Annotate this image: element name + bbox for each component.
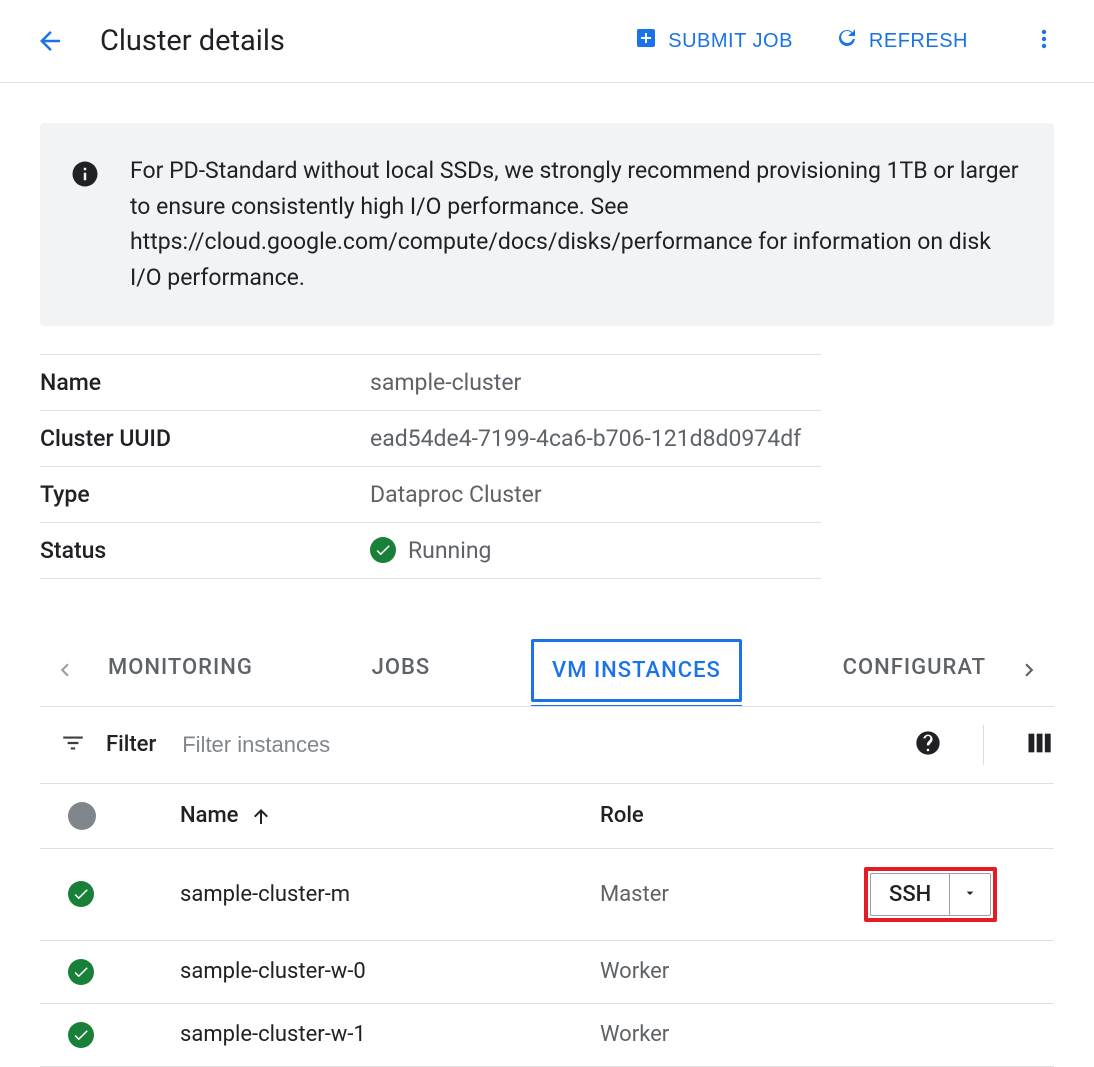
info-icon bbox=[70, 159, 100, 200]
status-check-icon bbox=[68, 1022, 94, 1048]
instance-name[interactable]: sample-cluster-w-0 bbox=[180, 959, 600, 984]
role-column-header[interactable]: Role bbox=[600, 803, 864, 828]
tabs-container: MONITORING JOBS VM INSTANCES CONFIGURAT bbox=[40, 639, 1054, 707]
detail-row-type: Type Dataproc Cluster bbox=[40, 466, 821, 522]
caret-down-icon bbox=[962, 882, 978, 907]
filter-label: Filter bbox=[106, 732, 156, 757]
detail-row-name: Name sample-cluster bbox=[40, 354, 821, 410]
info-banner: For PD-Standard without local SSDs, we s… bbox=[40, 123, 1054, 326]
more-vert-icon bbox=[1032, 27, 1056, 55]
submit-job-label: SUBMIT JOB bbox=[668, 30, 793, 53]
filter-bar: Filter bbox=[40, 707, 1054, 784]
status-value: Running bbox=[408, 537, 491, 564]
ssh-dropdown[interactable] bbox=[950, 874, 990, 915]
tab-configuration[interactable]: CONFIGURAT bbox=[825, 639, 1004, 706]
type-value: Dataproc Cluster bbox=[370, 466, 821, 522]
columns-button[interactable] bbox=[1024, 730, 1054, 760]
sort-asc-icon bbox=[250, 804, 274, 828]
filter-input[interactable] bbox=[182, 732, 897, 758]
page-title: Cluster details bbox=[100, 24, 285, 58]
help-button[interactable] bbox=[913, 730, 943, 760]
chevron-left-icon bbox=[52, 657, 78, 687]
back-arrow-icon[interactable] bbox=[30, 21, 70, 61]
tabs-scroll-left[interactable] bbox=[40, 644, 90, 700]
refresh-label: REFRESH bbox=[869, 30, 968, 53]
instance-role: Worker bbox=[600, 1022, 864, 1047]
chevron-right-icon bbox=[1016, 657, 1042, 687]
ssh-button-label[interactable]: SSH bbox=[871, 874, 950, 915]
status-check-icon bbox=[68, 959, 94, 985]
tab-jobs[interactable]: JOBS bbox=[354, 639, 449, 706]
vm-rows-container: sample-cluster-mMasterSSHsample-cluster-… bbox=[40, 849, 1054, 1067]
more-options-button[interactable] bbox=[1024, 21, 1064, 61]
submit-job-button[interactable]: SUBMIT JOB bbox=[618, 18, 809, 64]
refresh-button[interactable]: REFRESH bbox=[819, 18, 984, 64]
vm-table-header: Name Role bbox=[40, 784, 1054, 849]
page-header: Cluster details SUBMIT JOB REFRESH bbox=[0, 0, 1094, 83]
instance-name[interactable]: sample-cluster-m bbox=[180, 882, 600, 907]
status-check-icon bbox=[370, 537, 396, 563]
help-icon bbox=[914, 729, 942, 761]
plus-box-icon bbox=[634, 26, 658, 56]
refresh-icon bbox=[835, 26, 859, 56]
columns-icon bbox=[1025, 729, 1053, 761]
name-column-header[interactable]: Name bbox=[180, 803, 600, 828]
detail-row-status: Status Running bbox=[40, 522, 821, 578]
status-label: Status bbox=[40, 522, 370, 578]
cluster-details-table: Name sample-cluster Cluster UUID ead54de… bbox=[40, 354, 821, 579]
name-value: sample-cluster bbox=[370, 354, 821, 410]
table-row: sample-cluster-mMaster SSH bbox=[40, 849, 1054, 941]
status-check-icon bbox=[68, 881, 94, 907]
instance-role: Worker bbox=[600, 959, 864, 984]
table-row: sample-cluster-w-0Worker bbox=[40, 941, 1054, 1004]
table-row: sample-cluster-w-1Worker bbox=[40, 1004, 1054, 1067]
status-column-icon bbox=[68, 802, 96, 830]
name-label: Name bbox=[40, 354, 370, 410]
filter-icon bbox=[60, 730, 86, 760]
detail-row-uuid: Cluster UUID ead54de4-7199-4ca6-b706-121… bbox=[40, 410, 821, 466]
uuid-label: Cluster UUID bbox=[40, 410, 370, 466]
ssh-button[interactable]: SSH bbox=[870, 873, 991, 916]
instance-role: Master bbox=[600, 882, 864, 907]
name-header-label: Name bbox=[180, 803, 238, 828]
type-label: Type bbox=[40, 466, 370, 522]
uuid-value: ead54de4-7199-4ca6-b706-121d8d0974df bbox=[370, 410, 821, 466]
tab-monitoring[interactable]: MONITORING bbox=[90, 639, 271, 706]
info-banner-text: For PD-Standard without local SSDs, we s… bbox=[130, 157, 1019, 291]
tabs-scroll-right[interactable] bbox=[1004, 644, 1054, 700]
tab-vm-instances[interactable]: VM INSTANCES bbox=[531, 639, 742, 702]
instance-name[interactable]: sample-cluster-w-1 bbox=[180, 1022, 600, 1047]
vertical-divider bbox=[983, 725, 984, 765]
